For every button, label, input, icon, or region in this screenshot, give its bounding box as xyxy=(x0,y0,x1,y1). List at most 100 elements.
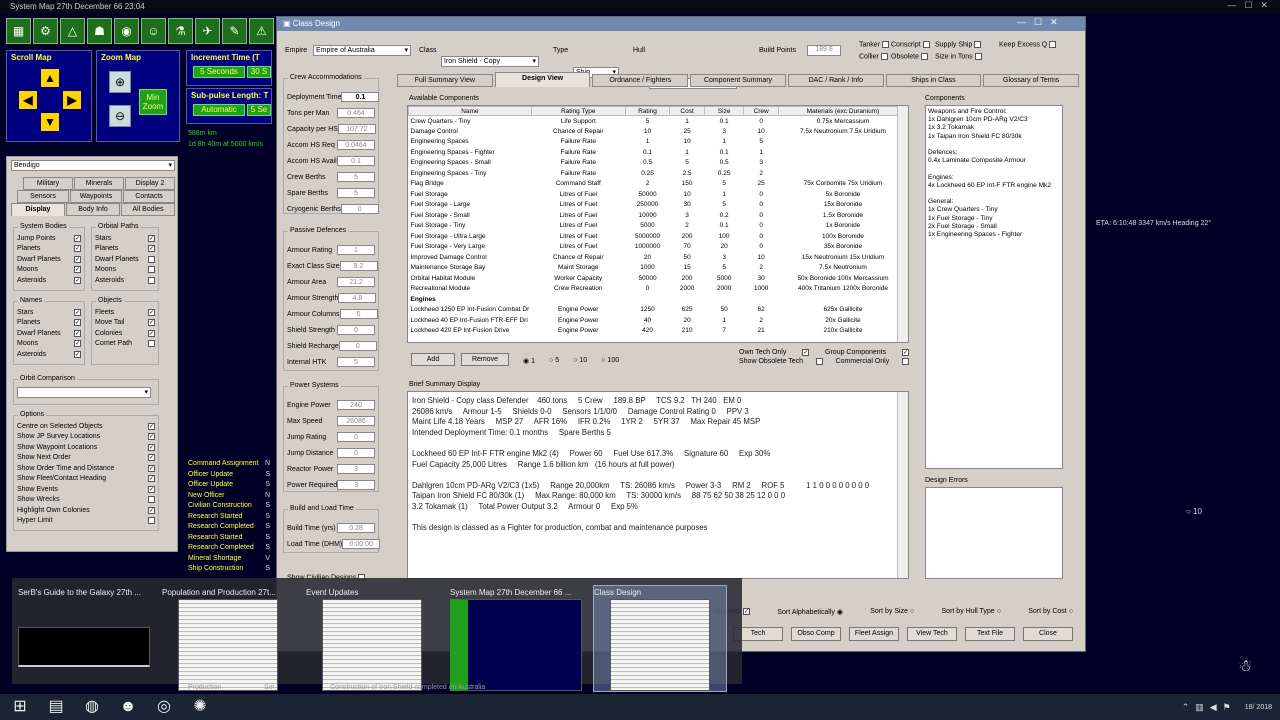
research-icon[interactable]: ⚗ xyxy=(168,18,193,44)
component-row[interactable]: Recreational Module Crew Recreation 0 2000 2… xyxy=(409,284,908,295)
switcher-item-class-design[interactable]: Class Design xyxy=(593,585,727,692)
aurora-icon[interactable]: ✺ xyxy=(184,695,216,719)
names-checkbox[interactable]: ✓ xyxy=(74,329,81,337)
passive-value[interactable] xyxy=(338,341,377,351)
names-checkbox[interactable]: ✓ xyxy=(74,308,81,316)
flag-checkbox[interactable] xyxy=(921,53,929,60)
option-checkbox[interactable]: ✓ xyxy=(148,454,155,462)
component-row[interactable]: Improved Damage Control Chance of Repair 2… xyxy=(409,252,908,263)
map-tab-sensors[interactable]: Sensors xyxy=(17,190,69,203)
passive-value[interactable] xyxy=(337,277,375,287)
option-checkbox[interactable]: ✓ xyxy=(148,422,155,430)
qty-option-5[interactable]: ○ 5 xyxy=(549,357,559,367)
component-row[interactable]: Flag Bridge Command Staff 2 150 5 25 75x Corbo… xyxy=(409,179,908,190)
option-checkbox[interactable] xyxy=(148,517,155,525)
system-bodies-checkbox[interactable]: ✓ xyxy=(74,234,81,242)
component-row[interactable]: Engines xyxy=(409,294,908,305)
warning-icon[interactable]: ⚠ xyxy=(249,18,274,44)
components-scrollbar[interactable] xyxy=(897,106,908,342)
map-tab-display[interactable]: Display xyxy=(11,203,65,216)
event-item[interactable]: Research Started S xyxy=(188,513,270,524)
tab-ordnance-fighters[interactable]: Ordnance / Fighters xyxy=(592,74,689,87)
remove-button[interactable]: Remove xyxy=(461,353,509,366)
file-explorer-icon[interactable]: ▤ xyxy=(40,695,72,719)
orbital-paths-checkbox[interactable] xyxy=(148,266,155,274)
arrow-up-icon[interactable]: ▲ xyxy=(41,69,59,87)
system-bodies-checkbox[interactable]: ✓ xyxy=(74,266,81,274)
map-tab-display-2[interactable]: Display 2 xyxy=(125,177,175,190)
switcher-item-system-map-27th-december-66[interactable]: System Map 27th December 66 ... xyxy=(450,586,582,691)
system-select[interactable]: Bendigo xyxy=(11,160,175,171)
switcher-item-population-and-production-27t[interactable]: Population and Production 27t... xyxy=(162,586,294,691)
names-checkbox[interactable]: ✓ xyxy=(74,340,81,348)
power-value[interactable] xyxy=(337,464,375,474)
event-item[interactable]: Research Completed S xyxy=(188,523,270,534)
column-header-crew[interactable]: Crew xyxy=(743,106,779,116)
component-row[interactable]: Engineering Spaces Failure Rate 1 10 1 5 xyxy=(409,137,908,148)
component-row[interactable]: Lockheed 40 EP Int-Fusion FTR-EFF Dri Eng… xyxy=(409,315,908,326)
event-item[interactable]: Command Assignment N xyxy=(188,460,270,471)
map-tab-minerals[interactable]: Minerals xyxy=(74,177,124,190)
crew-value[interactable] xyxy=(337,124,376,134)
button-text-file[interactable]: Text File xyxy=(965,627,1015,641)
commander-icon[interactable]: ☺ xyxy=(141,18,166,44)
orbital-paths-checkbox[interactable] xyxy=(148,255,155,263)
button-close[interactable]: Close xyxy=(1023,627,1073,641)
min-zoom-button[interactable]: Min Zoom xyxy=(139,89,167,115)
objects-checkbox[interactable] xyxy=(148,340,155,348)
sort-toggle[interactable]: ◉ xyxy=(837,609,843,616)
power-value[interactable] xyxy=(337,400,375,410)
tab-design-view[interactable]: Design View xyxy=(494,72,591,87)
column-header-name[interactable]: Name xyxy=(408,106,532,116)
crew-value[interactable] xyxy=(337,108,375,118)
event-item[interactable]: Civilian Construction S xyxy=(188,502,270,513)
option-checkbox[interactable]: ✓ xyxy=(148,464,155,472)
event-item[interactable]: Mineral Shortage V xyxy=(188,555,270,566)
column-header-materials-exc-duranium[interactable]: Materials (exc Duranium) xyxy=(777,106,908,116)
component-row[interactable]: Fuel Storage - Ultra Large Litres of Fuel… xyxy=(409,231,908,242)
build-value[interactable] xyxy=(337,523,375,533)
zoom-out-icon[interactable]: ⊖ xyxy=(109,105,131,127)
tab-dac-rank-info[interactable]: DAC / Rank / Info xyxy=(787,74,884,87)
component-row[interactable]: Fuel Storage - Large Litres of Fuel 250000… xyxy=(409,200,908,211)
power-value[interactable] xyxy=(337,416,375,426)
add-button[interactable]: Add xyxy=(411,353,455,366)
map-tab-contacts[interactable]: Contacts xyxy=(123,190,175,203)
crew-value[interactable] xyxy=(337,172,375,182)
sort-sort-by-hull-type[interactable]: Sort by Hull Type ○ xyxy=(942,608,1001,618)
flag-checkbox[interactable] xyxy=(880,53,888,60)
flag-checkbox[interactable] xyxy=(922,41,930,48)
tab-component-summary[interactable]: Component Summary xyxy=(690,74,786,87)
arrow-right-icon[interactable]: ▶ xyxy=(63,91,81,109)
flag-icon[interactable]: ⚑ xyxy=(1223,702,1231,712)
passive-value[interactable] xyxy=(338,293,377,303)
passive-value[interactable] xyxy=(337,245,375,255)
objects-checkbox[interactable]: ✓ xyxy=(148,308,155,316)
sort-toggle[interactable]: ○ xyxy=(1069,608,1073,615)
flag-checkbox[interactable] xyxy=(1049,41,1057,48)
sort-toggle[interactable]: ○ xyxy=(910,608,914,615)
empire-select[interactable]: Empire of Australia xyxy=(313,45,411,56)
option-checkbox[interactable]: ✓ xyxy=(148,475,155,483)
sort-sort-by-size[interactable]: Sort by Size ○ xyxy=(870,608,914,618)
map-tab-waypoints[interactable]: Waypoints xyxy=(70,190,122,203)
column-header-rating[interactable]: Rating xyxy=(624,106,671,116)
qty-option-10[interactable]: ○ 10 xyxy=(573,357,587,367)
power-value[interactable] xyxy=(337,448,375,458)
ground-forces-icon[interactable]: ◉ xyxy=(114,18,139,44)
passive-value[interactable] xyxy=(339,309,378,319)
group-components-checkbox[interactable]: ✓ xyxy=(901,349,909,356)
firefox-icon[interactable]: ◍ xyxy=(76,695,108,719)
component-row[interactable]: Engineering Spaces - Small Failure Rate 0.… xyxy=(409,158,908,169)
component-row[interactable]: Crew Quarters - Tiny Life Support 5 1 0.1 0 0.… xyxy=(409,116,908,127)
windows-start-icon[interactable]: ⊞ xyxy=(4,695,36,719)
crew-value[interactable] xyxy=(340,204,379,214)
system-bodies-checkbox[interactable]: ✓ xyxy=(74,245,81,253)
component-row[interactable]: Fuel Storage - Very Large Litres of Fuel 1… xyxy=(409,242,908,253)
component-row[interactable]: Orbital Habitat Module Worker Capacity 500… xyxy=(409,273,908,284)
button-fleet-assign[interactable]: Fleet Assign xyxy=(849,627,899,641)
column-header-rating-type[interactable]: Rating Type xyxy=(530,106,626,116)
show-obsolete-tech-checkbox[interactable] xyxy=(815,358,823,365)
event-item[interactable]: Officer Update S xyxy=(188,471,270,482)
event-item[interactable]: Research Started S xyxy=(188,534,270,545)
